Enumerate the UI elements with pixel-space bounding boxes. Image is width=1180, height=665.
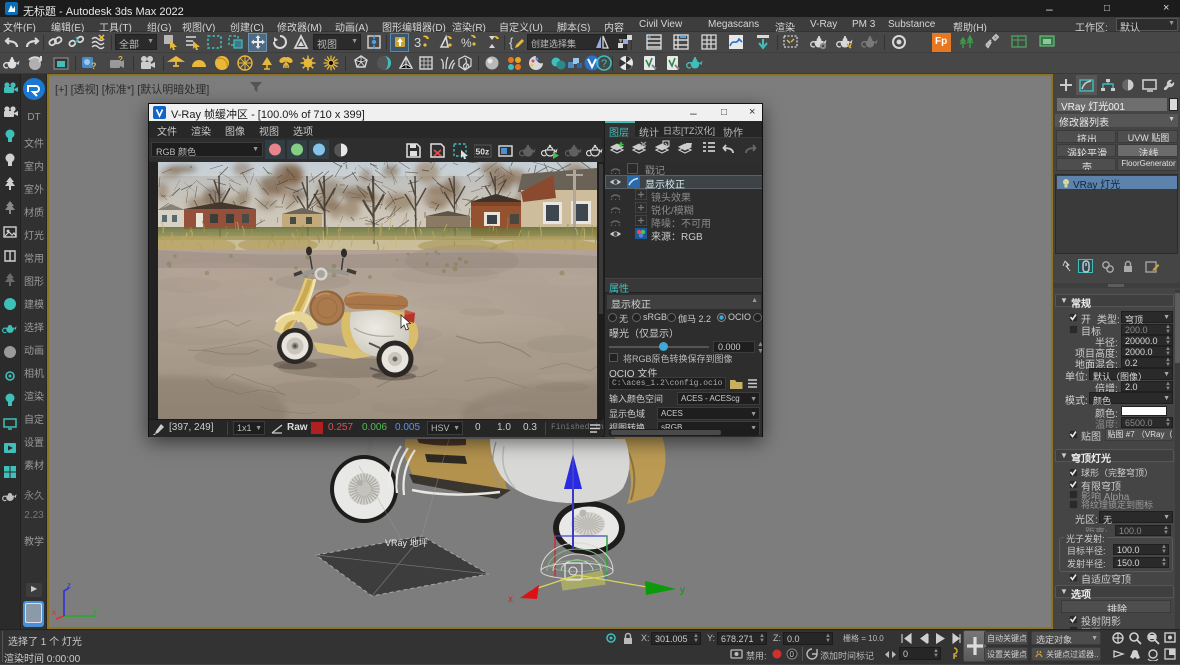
- svg-text:%: %: [461, 36, 472, 50]
- svg-text:y: y: [93, 606, 97, 615]
- svg-text:y: y: [680, 585, 685, 596]
- svg-text:?: ?: [118, 55, 123, 64]
- svg-text:0: 0: [790, 650, 795, 659]
- svg-text:x: x: [508, 594, 513, 605]
- svg-text:{: {: [509, 35, 514, 50]
- svg-text:?: ?: [91, 61, 97, 71]
- svg-text:z: z: [67, 581, 71, 590]
- svg-text:3: 3: [414, 35, 421, 50]
- svg-text:VRay 地坪: VRay 地坪: [385, 537, 428, 548]
- svg-text:?: ?: [601, 58, 607, 70]
- svg-text:x: x: [52, 608, 56, 617]
- svg-text:50z: 50z: [476, 147, 490, 157]
